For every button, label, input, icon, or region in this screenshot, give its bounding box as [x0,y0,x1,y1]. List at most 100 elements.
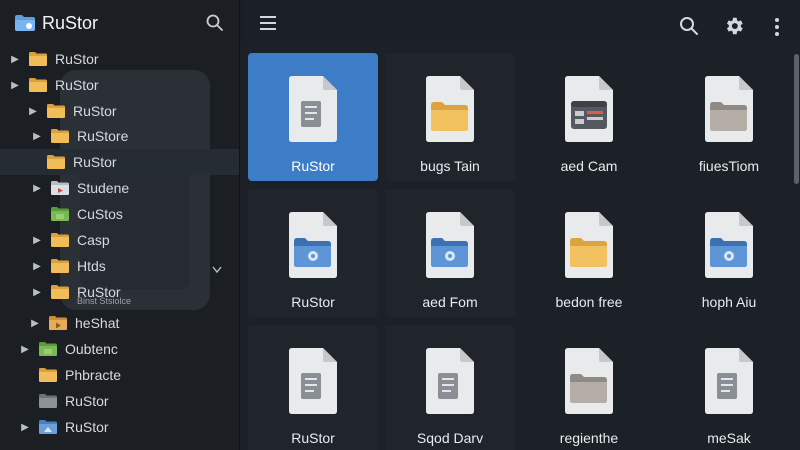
sidebar-item-label: Oubtenc [65,341,118,357]
file-tile-label: RuStor [291,294,335,310]
chevron-right-icon[interactable]: ▶ [20,336,30,362]
file-tile-label: hoph Aiu [701,294,757,310]
sidebar-item-label: RuStor [55,51,99,67]
file-tile-label: aed Fom [422,294,478,310]
scrollbar-thumb[interactable] [794,54,799,184]
file-tile[interactable]: fiuesTiom [664,53,794,181]
sidebar-item-label: CuStos [77,206,123,222]
sidebar-tree-item[interactable]: ▶ Htds [0,253,239,279]
file-tile[interactable]: hoph Aiu [664,189,794,317]
file-tile-label: bedon free [555,294,623,310]
sidebar-tree-item[interactable]: ▶ Casp [0,227,239,253]
gray-folder-document-icon [559,325,619,422]
sidebar-tree-item[interactable]: Phbracte [0,362,239,388]
search-icon[interactable] [205,13,225,33]
file-tile-label: Sqod Darv [416,430,484,446]
drag-handle-icon[interactable] [28,149,38,175]
media-folder-icon [50,180,70,196]
sidebar-item-label: RuStor [65,419,109,435]
sidebar-item-label: RuStor [73,103,117,119]
document-icon [283,53,343,150]
sidebar-tree-item[interactable]: ▶ RuStor [0,46,239,72]
green-folder-icon [38,341,58,357]
chevron-right-icon[interactable]: ▶ [28,98,38,124]
sidebar-item-label: heShat [75,315,120,331]
more-vertical-icon[interactable] [769,16,785,38]
sidebar-item-label: Htds [77,258,106,274]
sidebar-tree-item[interactable]: ▶ Oubtenc [0,336,239,362]
folder-icon [50,258,70,274]
chevron-right-icon[interactable]: ▶ [32,279,42,305]
chevron-right-icon[interactable]: ▶ [30,310,40,336]
sidebar-tree-item[interactable]: ▶ RuStor [0,72,239,98]
sidebar-tree-item[interactable]: RuStor [0,388,239,414]
search-icon[interactable] [679,16,699,36]
chevron-right-icon[interactable] [32,201,42,227]
sidebar-item-label: RuStor [55,77,99,93]
sidebar-item-label: Studene [77,180,130,196]
chevron-right-icon[interactable] [20,388,30,414]
file-tile[interactable]: RuStor [248,189,378,317]
sidebar-item-label: RuStor [65,393,109,409]
file-tile-label: aed Cam [560,158,618,174]
app-window-document-icon [559,53,619,150]
sidebar-tree-item[interactable]: ▶ heShat [0,310,239,336]
file-tile[interactable]: regienthe [524,325,654,450]
folder-icon [50,128,70,144]
sidebar-item-sublabel: Binst Stsiolce [77,296,132,306]
folder-icon [50,284,70,300]
file-tile[interactable]: bedon free [524,189,654,317]
app-title: RuStor [42,12,99,33]
sidebar-tree-item[interactable]: ▶ RuStore [0,123,239,149]
chevron-down-icon[interactable] [212,261,222,274]
file-tile[interactable]: RuStor [248,53,378,181]
blue-folder-document-icon [420,189,480,286]
sidebar-tree-item[interactable]: RuStor [0,149,239,175]
hamburger-menu-icon[interactable] [257,12,279,34]
sidebar-item-label: Casp [77,232,110,248]
chevron-right-icon[interactable]: ▶ [32,123,42,149]
file-tile[interactable]: bugs Tain [385,53,515,181]
blue-folder-document-icon [283,189,343,286]
sidebar-tree-item[interactable]: CuStos [0,201,239,227]
gear-icon[interactable] [723,15,745,37]
file-tile[interactable]: RuStor [248,325,378,450]
chevron-right-icon[interactable] [20,362,30,388]
sidebar: RuStor ▶ RuStor ▶ RuStor ▶ RuStor ▶ RuStore RuSt… [0,0,240,450]
chevron-right-icon[interactable]: ▶ [20,414,30,440]
yellow-folder-document-icon [420,53,480,150]
folder-icon [38,367,58,383]
chevron-right-icon[interactable]: ▶ [32,175,42,201]
file-tile-label: bugs Tain [420,158,480,174]
file-tile[interactable]: aed Cam [524,53,654,181]
folder-icon [28,77,48,93]
folder-icon [46,103,66,119]
file-tile-label: fiuesTiom [698,158,760,174]
file-tile-label: regienthe [559,430,619,446]
video-folder-icon [48,315,68,331]
chevron-right-icon[interactable]: ▶ [10,72,20,98]
sidebar-tree-item[interactable]: ▶ RuStor Binst Stsiolce [0,279,239,306]
file-tile[interactable]: meSak [664,325,794,450]
scrollbar[interactable] [792,46,800,450]
document-icon [283,325,343,422]
sidebar-tree-item[interactable]: ▶ Studene [0,175,239,201]
file-tile[interactable]: Sqod Darv [385,325,515,450]
sidebar-tree-item[interactable]: ▶ RuStor [0,414,239,440]
chevron-right-icon[interactable]: ▶ [10,46,20,72]
blue-folder-icon [38,419,58,435]
file-tile-label: RuStor [291,430,335,446]
yellow-folder-document-icon [559,189,619,286]
gray-folder-document-icon [699,53,759,150]
sidebar-item-label: RuStore [77,128,129,144]
blue-folder-document-icon [699,189,759,286]
chevron-right-icon[interactable]: ▶ [32,253,42,279]
folder-icon [28,51,48,67]
chevron-right-icon[interactable]: ▶ [32,227,42,253]
file-grid: RuStor bugs Tain aed Cam fiuesTiom RuSto… [241,46,800,450]
sidebar-tree-item[interactable]: ▶ RuStor [0,98,239,124]
folder-icon [46,154,66,170]
file-tile[interactable]: aed Fom [385,189,515,317]
file-tile-label: meSak [707,430,751,446]
gray-folder-icon [38,393,58,409]
